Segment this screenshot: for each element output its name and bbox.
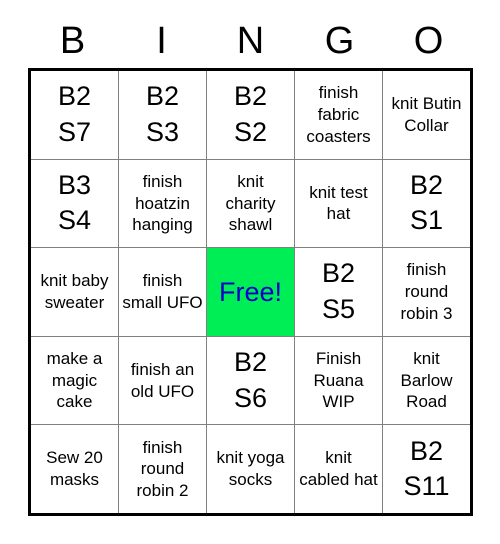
- bingo-header-letter-g: G: [324, 20, 355, 62]
- bingo-cell-label: finish round robin 3: [400, 260, 453, 323]
- bingo-cell-label: Finish Ruana WIP: [313, 348, 364, 412]
- bingo-cell-label: finish an old UFO: [130, 359, 195, 401]
- bingo-cell[interactable]: B2 S3: [119, 71, 206, 159]
- bingo-cell-label: knit baby sweater: [40, 271, 109, 312]
- bingo-cell[interactable]: knit baby sweater: [31, 248, 118, 336]
- bingo-cell[interactable]: knit cabled hat: [295, 425, 382, 513]
- bingo-free-space[interactable]: Free!: [207, 248, 294, 336]
- bingo-cell-label: knit cabled hat: [299, 448, 378, 490]
- bingo-cell-label: finish small UFO: [122, 271, 203, 312]
- bingo-header-letter-o: O: [413, 20, 444, 62]
- bingo-cell[interactable]: knit Barlow Road: [383, 336, 470, 425]
- bingo-cell[interactable]: finish fabric coasters: [295, 71, 382, 159]
- bingo-cell-label: B2 S3: [145, 81, 180, 147]
- bingo-cell-label: B2 S6: [233, 346, 268, 413]
- bingo-cell[interactable]: make a magic cake: [31, 336, 118, 425]
- bingo-cell[interactable]: finish round robin 2: [119, 425, 206, 513]
- bingo-cell-label: make a magic cake: [46, 348, 103, 412]
- bingo-cell[interactable]: knit yoga socks: [207, 425, 294, 513]
- bingo-cell[interactable]: finish hoatzin hanging: [119, 159, 206, 248]
- bingo-cell[interactable]: B2 S11: [383, 425, 470, 513]
- bingo-cell[interactable]: finish round robin 3: [383, 248, 470, 336]
- bingo-cell-label: finish fabric coasters: [306, 83, 371, 146]
- bingo-cell[interactable]: B2 S5: [295, 248, 382, 336]
- bingo-cell-label: B2 S2: [233, 81, 268, 147]
- bingo-cell-label: finish hoatzin hanging: [132, 171, 193, 235]
- bingo-cell-label: knit yoga socks: [216, 448, 285, 490]
- bingo-cell-label: knit test hat: [309, 182, 368, 224]
- bingo-cell-label: knit charity shawl: [225, 171, 276, 235]
- bingo-cell[interactable]: finish small UFO: [119, 248, 206, 336]
- bingo-header-letter-i: I: [156, 20, 167, 62]
- bingo-cell-label: knit Butin Collar: [391, 94, 462, 135]
- bingo-cell[interactable]: knit charity shawl: [207, 159, 294, 248]
- bingo-cell[interactable]: finish an old UFO: [119, 336, 206, 425]
- bingo-free-space-label: Free!: [218, 276, 283, 307]
- bingo-cell[interactable]: B3 S4: [31, 159, 118, 248]
- bingo-cell[interactable]: knit Butin Collar: [383, 71, 470, 159]
- bingo-grid: B2 S7 B2 S3 B2 S2 finish fabric coasters kn…: [28, 68, 473, 516]
- bingo-header-row: B I N G O: [28, 16, 473, 66]
- bingo-cell[interactable]: B2 S6: [207, 336, 294, 425]
- bingo-cell[interactable]: Finish Ruana WIP: [295, 336, 382, 425]
- bingo-header-letter-b: B: [59, 20, 86, 62]
- bingo-cell[interactable]: knit test hat: [295, 159, 382, 248]
- bingo-cell-label: Sew 20 masks: [46, 448, 103, 490]
- bingo-cell-label: knit Barlow Road: [400, 348, 453, 412]
- bingo-cell-label: B2 S7: [57, 81, 92, 147]
- bingo-cell-label: B2 S5: [321, 258, 356, 324]
- bingo-header-letter-n: N: [236, 20, 265, 62]
- bingo-cell-label: B2 S11: [403, 435, 450, 502]
- bingo-cell-label: finish round robin 2: [136, 437, 189, 501]
- bingo-cell[interactable]: B2 S2: [207, 71, 294, 159]
- bingo-cell[interactable]: B2 S7: [31, 71, 118, 159]
- bingo-card: B I N G O B2 S7 B2 S3 B2 S2 finish fabric c…: [0, 0, 500, 544]
- bingo-cell[interactable]: B2 S1: [383, 159, 470, 248]
- bingo-cell-label: B2 S1: [409, 169, 444, 236]
- bingo-cell-label: B3 S4: [57, 169, 92, 236]
- bingo-cell[interactable]: Sew 20 masks: [31, 425, 118, 513]
